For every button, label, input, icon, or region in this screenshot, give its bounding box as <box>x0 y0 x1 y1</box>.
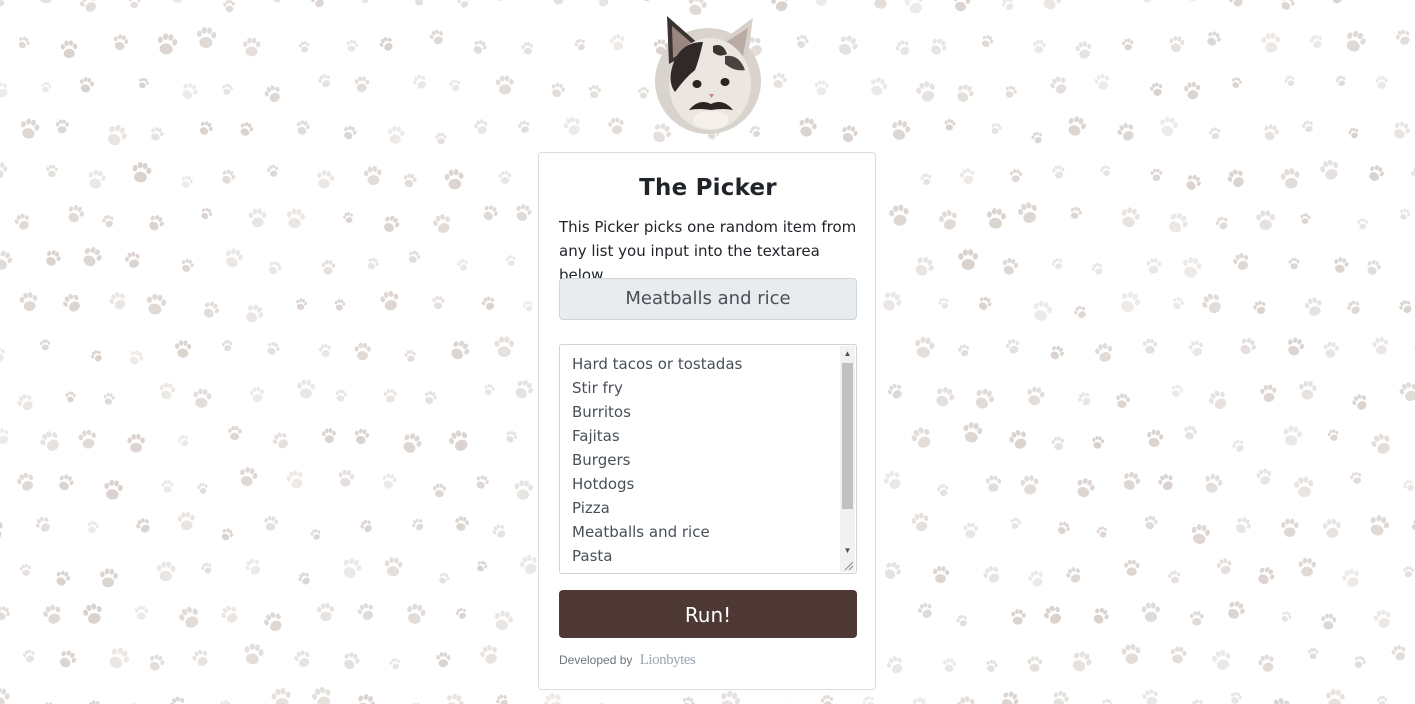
scroll-thumb[interactable] <box>842 363 853 509</box>
description-text: This Picker picks one random item from a… <box>559 218 857 284</box>
list-item[interactable]: Stir fry <box>572 376 837 400</box>
list-item[interactable]: Burritos <box>572 400 837 424</box>
picker-card: The Picker This Picker picks one random … <box>538 152 876 690</box>
list-item[interactable]: Pasta <box>572 544 837 568</box>
footer: Developed by Lionbytes <box>559 652 696 669</box>
list-item[interactable]: Fajitas <box>572 424 837 448</box>
result-field: Meatballs and rice <box>559 278 857 320</box>
page: The Picker This Picker picks one random … <box>0 0 1415 704</box>
cat-avatar-icon <box>655 16 761 134</box>
items-textarea[interactable]: Hard tacos or tostadas Stir fry Burritos Fa… <box>559 344 857 574</box>
textarea-scrollbar[interactable]: ▲ ▼ <box>840 346 855 558</box>
footer-developed-by: Developed by <box>559 653 633 667</box>
list-item[interactable]: Hard tacos or tostadas <box>572 352 837 376</box>
scroll-down-icon[interactable]: ▼ <box>840 543 855 558</box>
list-item[interactable]: Hotdogs <box>572 472 837 496</box>
run-button[interactable]: Run! <box>559 590 857 638</box>
textarea-content[interactable]: Hard tacos or tostadas Stir fry Burritos Fa… <box>572 352 837 568</box>
page-title: The Picker <box>639 175 777 201</box>
resize-grip-icon[interactable] <box>840 557 855 572</box>
list-item[interactable]: Burgers <box>572 448 837 472</box>
list-item[interactable]: Pizza <box>572 496 837 520</box>
scroll-up-icon[interactable]: ▲ <box>840 346 855 361</box>
cat-face-icon <box>667 16 753 130</box>
list-item[interactable]: Meatballs and rice <box>572 520 837 544</box>
developer-logo[interactable]: Lionbytes <box>640 652 696 669</box>
